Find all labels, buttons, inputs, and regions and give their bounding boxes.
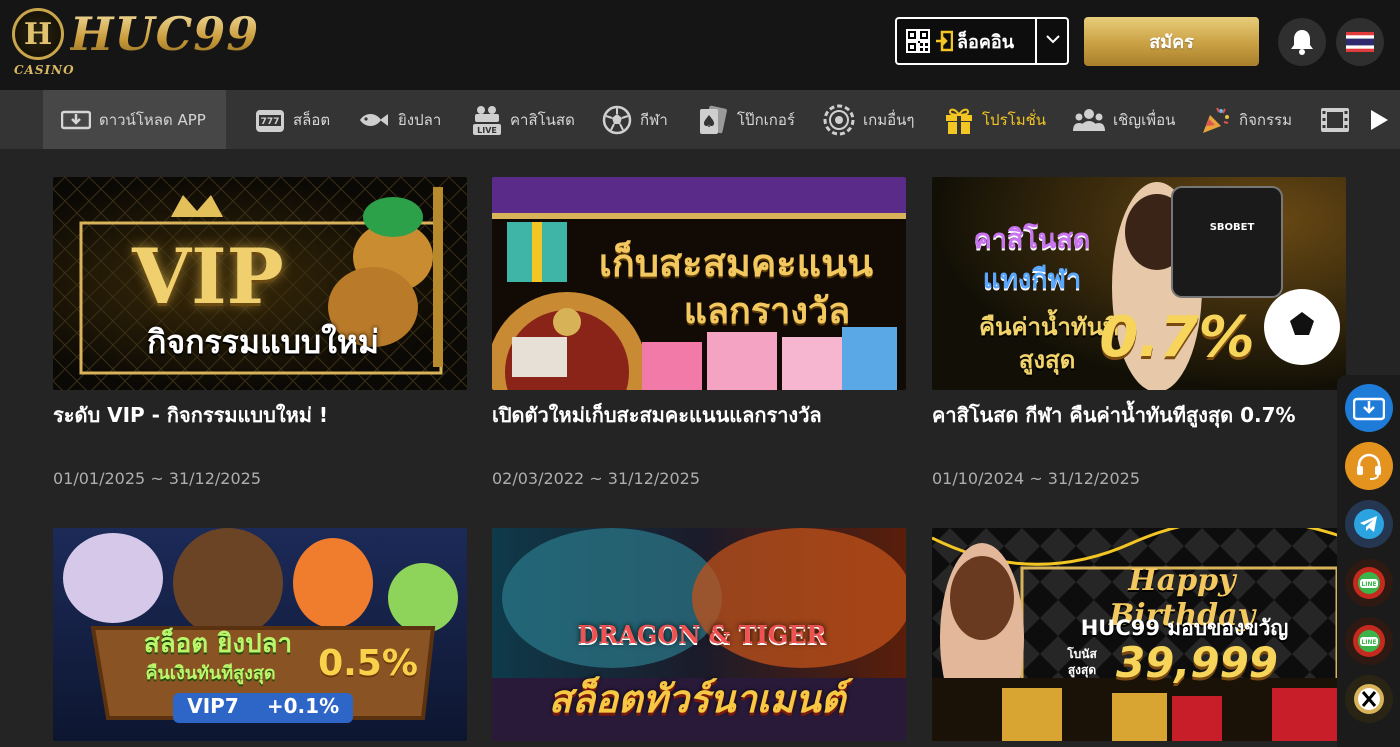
- site-logo[interactable]: H HUC99 CASINO: [12, 8, 259, 78]
- banner-live-line2: แทงกีฬา: [982, 264, 1082, 295]
- line-button-2[interactable]: LINE: [1345, 617, 1393, 665]
- banner-birthday-max: สูงสุด: [1067, 663, 1097, 677]
- promo-banner-live-casino[interactable]: คาสิโนสด แทงกีฬา คืนค่าน้ำทันที สูงสุด 0…: [932, 177, 1346, 390]
- soccer-ball-icon: [602, 105, 632, 134]
- nav-item-invite-friends[interactable]: เชิญเพื่อน: [1073, 90, 1175, 149]
- main-nav: ดาวน์โหลด APP 777 สล็อต ยิงปลา LIVE คาสิ…: [0, 90, 1400, 149]
- banner-dragon-title: DRAGON & TIGER: [577, 620, 827, 649]
- telegram-icon: [1354, 509, 1384, 539]
- promo-banner-birthday[interactable]: Happy Birthday HUC99 มอบของขวัญ โบนัส สู…: [932, 528, 1346, 741]
- nav-item-video[interactable]: [1320, 90, 1358, 149]
- chevron-down-icon[interactable]: [1043, 29, 1063, 49]
- promo-banner-points[interactable]: เก็บสะสมคะแนน แลกรางวัล: [492, 177, 906, 390]
- banner-vip-subtext: กิจกรรมแบบใหม่: [146, 323, 380, 361]
- nav-scroll-right-button[interactable]: [1368, 90, 1398, 149]
- nav-item-poker[interactable]: โป๊กเกอร์: [697, 90, 795, 149]
- nav-item-label: คาสิโนสด: [510, 110, 575, 129]
- download-app-icon: [1353, 397, 1385, 421]
- party-popper-icon: [1203, 107, 1229, 133]
- bell-icon: [1291, 30, 1313, 55]
- banner-slot-line2: คืนเงินทันทีสูงสุด: [145, 663, 276, 684]
- fish-icon: [360, 113, 388, 126]
- friends-icon: [1073, 108, 1105, 131]
- promo-title[interactable]: คาสิโนสด กีฬา คืนค่าน้ำทันทีสูงสุด 0.7%: [932, 399, 1352, 431]
- x-twitter-icon: [1354, 684, 1384, 714]
- nav-item-promotion[interactable]: โปรโมชั่น: [944, 90, 1046, 149]
- qr-code-icon[interactable]: [905, 28, 931, 54]
- nav-item-fishing[interactable]: ยิงปลา: [358, 90, 441, 149]
- play-arrow-icon: [1371, 109, 1388, 130]
- gift-icon: [946, 108, 972, 134]
- banner-slot-bonus: +0.1%: [266, 694, 340, 718]
- banner-slot-rate: 0.5%: [318, 643, 418, 684]
- nav-item-label: เกมอื่นๆ: [863, 110, 915, 129]
- line-icon: LINE: [1353, 567, 1385, 599]
- notification-button[interactable]: [1278, 18, 1326, 66]
- nav-item-activities[interactable]: กิจกรรม: [1201, 90, 1292, 149]
- download-icon: [61, 110, 91, 129]
- promo-date: 01/10/2024 ~ 31/12/2025: [932, 469, 1141, 488]
- thai-flag-icon: [1346, 32, 1374, 52]
- customer-service-icon: [1357, 453, 1381, 480]
- svg-text:LIVE: LIVE: [477, 126, 497, 135]
- language-button[interactable]: [1336, 18, 1384, 66]
- logo-subtitle: CASINO: [14, 63, 75, 77]
- banner-points-line2: แลกรางวัล: [683, 291, 851, 332]
- x-twitter-button[interactable]: [1345, 675, 1393, 723]
- line-label: LINE: [1361, 639, 1376, 646]
- promo-banner-vip[interactable]: VIP กิจกรรมแบบใหม่: [53, 177, 467, 390]
- logo-text: HUC99: [70, 7, 260, 61]
- banner-dragon-subtitle: สล็อตทัวร์นาเมนต์: [548, 677, 846, 721]
- chip-icon: [823, 104, 855, 135]
- promo-title[interactable]: เปิดตัวใหม่เก็บสะสมคะแนนแลกรางวัล: [492, 399, 912, 431]
- login-arrow-icon: [936, 30, 953, 52]
- nav-item-other-games[interactable]: เกมอื่นๆ: [823, 90, 914, 149]
- promo-date: 01/01/2025 ~ 31/12/2025: [53, 469, 262, 488]
- line-icon: LINE: [1353, 625, 1385, 657]
- download-app-button[interactable]: [1345, 384, 1393, 432]
- nav-item-label: สล็อต: [293, 110, 331, 129]
- banner-slot-vip: VIP7: [187, 694, 239, 718]
- banner-live-brand: SBOBET: [1209, 222, 1255, 233]
- nav-item-label: โป๊กเกอร์: [737, 110, 795, 129]
- banner-live-rate: 0.7%: [1099, 305, 1255, 370]
- nav-item-label: กีฬา: [640, 110, 668, 129]
- login-divider: [1035, 19, 1037, 63]
- banner-live-line1: คาสิโนสด: [973, 224, 1091, 255]
- nav-item-download-app[interactable]: ดาวน์โหลด APP: [43, 90, 226, 149]
- line-button-1[interactable]: LINE: [1345, 559, 1393, 607]
- promo-banner-slot-fish[interactable]: สล็อต ยิงปลา คืนเงินทันทีสูงสุด 0.5% VIP…: [53, 528, 467, 741]
- logo-emblem-icon: H: [12, 8, 64, 60]
- nav-item-sports[interactable]: กีฬา: [602, 90, 668, 149]
- slot-777-icon: 777: [256, 109, 284, 132]
- nav-item-label: ดาวน์โหลด APP: [99, 110, 206, 129]
- customer-service-button[interactable]: [1345, 442, 1393, 490]
- banner-birthday-amount: 39,999: [1115, 638, 1279, 687]
- nav-item-label: เชิญเพื่อน: [1113, 110, 1176, 129]
- svg-text:777: 777: [261, 117, 280, 127]
- promo-date: 02/03/2022 ~ 31/12/2025: [492, 469, 701, 488]
- login-label: ล็อคอิน: [957, 31, 1014, 53]
- cards-icon: [700, 105, 727, 134]
- banner-live-line4: สูงสุด: [1018, 346, 1076, 374]
- line-label: LINE: [1361, 581, 1376, 588]
- login-button[interactable]: ล็อคอิน: [895, 17, 1069, 65]
- promo-title[interactable]: ระดับ VIP - กิจกรรมแบบใหม่ !: [53, 399, 473, 431]
- floating-sidebar: LINE LINE: [1337, 375, 1400, 747]
- telegram-button[interactable]: [1345, 500, 1393, 548]
- film-icon: [1321, 107, 1349, 132]
- promo-banner-dragon-tiger[interactable]: DRAGON & TIGER สล็อตทัวร์นาเมนต์: [492, 528, 906, 741]
- nav-item-live-casino[interactable]: LIVE คาสิโนสด: [472, 90, 575, 149]
- nav-item-label: โปรโมชั่น: [982, 110, 1047, 129]
- nav-item-label: กิจกรรม: [1239, 110, 1292, 129]
- live-casino-icon: LIVE: [473, 105, 501, 135]
- top-header: H HUC99 CASINO ล็อคอิน สมัคร: [0, 0, 1400, 90]
- nav-item-label: ยิงปลา: [398, 110, 442, 129]
- nav-item-slot[interactable]: 777 สล็อต: [255, 90, 330, 149]
- register-button[interactable]: สมัคร: [1084, 17, 1259, 66]
- banner-vip-text: VIP: [132, 232, 284, 321]
